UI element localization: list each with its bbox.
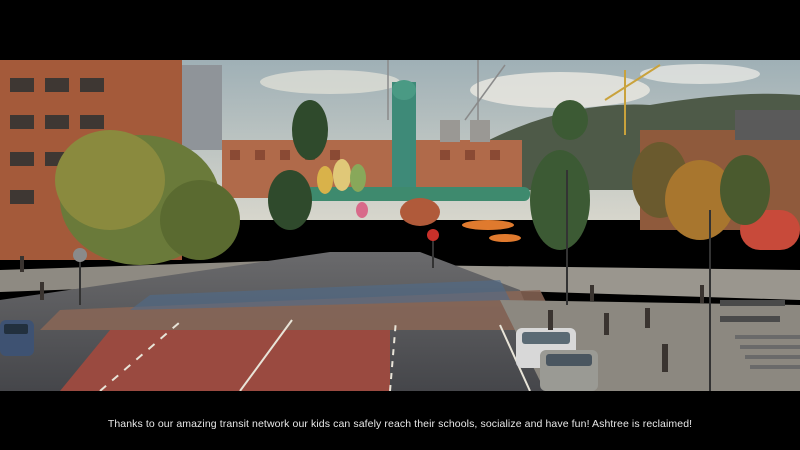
letterbox-top — [0, 0, 800, 60]
car-blue-left — [0, 320, 34, 356]
grey-tower — [180, 65, 222, 150]
parked-car-grey — [540, 350, 598, 391]
street-sign — [73, 248, 87, 262]
red-bus-lane — [60, 330, 390, 391]
game-scene — [0, 60, 800, 391]
subtitle-text: Thanks to our amazing transit network ou… — [107, 418, 693, 430]
stop-sign — [427, 229, 439, 241]
